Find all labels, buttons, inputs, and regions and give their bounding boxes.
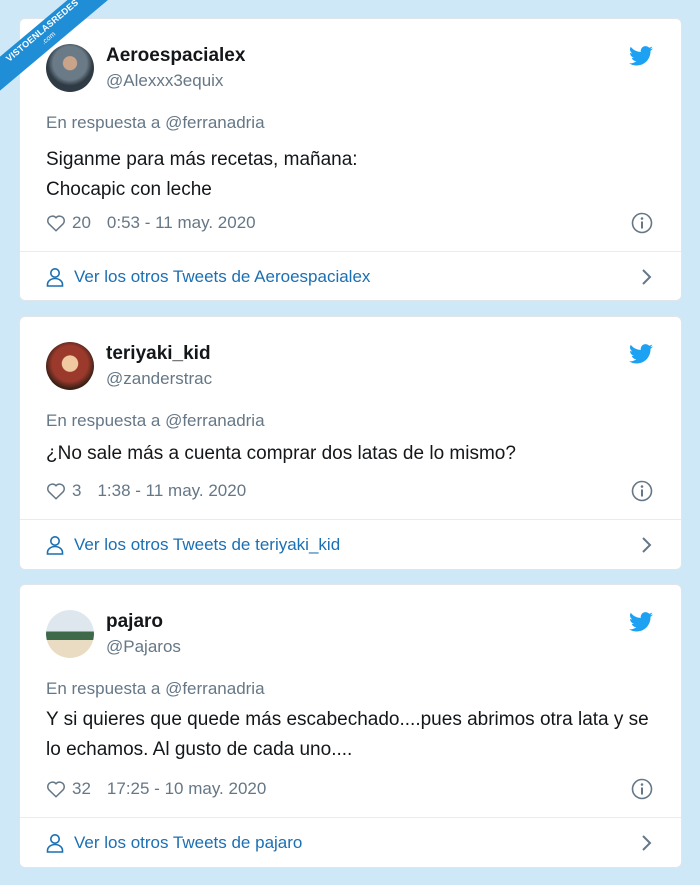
view-more-label[interactable]: Ver los otros Tweets de teriyaki_kid [74, 535, 340, 555]
view-more-label[interactable]: Ver los otros Tweets de Aeroespacialex [74, 267, 370, 287]
author-handle[interactable]: @Alexxx3equix [106, 71, 223, 91]
reply-context: En respuesta a @ferranadria [46, 679, 265, 698]
chevron-right-icon[interactable] [641, 268, 653, 286]
tweet-meta: 20 0:53 - 11 may. 2020 [46, 213, 256, 233]
tweet-card[interactable]: teriyaki_kid @zanderstrac En respuesta a… [19, 316, 682, 570]
like-count: 20 [72, 213, 91, 232]
chevron-right-icon[interactable] [641, 536, 653, 554]
chevron-right-icon[interactable] [641, 834, 653, 852]
author-name[interactable]: teriyaki_kid [106, 343, 211, 365]
heart-icon[interactable] [46, 214, 66, 232]
author-handle[interactable]: @Pajaros [106, 637, 181, 657]
person-icon [46, 834, 64, 853]
view-more-tweets-link[interactable]: Ver los otros Tweets de pajaro [46, 818, 653, 868]
heart-icon[interactable] [46, 482, 66, 500]
timestamp[interactable]: 17:25 - 10 may. 2020 [107, 779, 266, 799]
twitter-bird-icon[interactable] [629, 46, 653, 66]
tweet-card[interactable]: Aeroespacialex @Alexxx3equix En respuest… [19, 18, 682, 301]
timestamp[interactable]: 1:38 - 11 may. 2020 [97, 481, 246, 501]
info-icon[interactable] [631, 480, 653, 502]
avatar[interactable] [46, 610, 94, 658]
like-count: 3 [72, 481, 82, 500]
person-icon [46, 536, 64, 555]
view-more-tweets-link[interactable]: Ver los otros Tweets de Aeroespacialex [46, 252, 653, 302]
view-more-tweets-link[interactable]: Ver los otros Tweets de teriyaki_kid [46, 520, 653, 570]
author-name[interactable]: Aeroespacialex [106, 45, 245, 67]
person-icon [46, 268, 64, 287]
tweet-meta: 32 17:25 - 10 may. 2020 [46, 779, 266, 799]
info-icon[interactable] [631, 778, 653, 800]
tweet-meta: 3 1:38 - 11 may. 2020 [46, 481, 246, 501]
twitter-bird-icon[interactable] [629, 344, 653, 364]
timestamp[interactable]: 0:53 - 11 may. 2020 [107, 213, 256, 233]
avatar[interactable] [46, 44, 94, 92]
tweet-text: Y si quieres que quede más escabechado..… [46, 709, 649, 760]
like-count: 32 [72, 779, 91, 798]
heart-icon[interactable] [46, 780, 66, 798]
twitter-bird-icon[interactable] [629, 612, 653, 632]
author-name[interactable]: pajaro [106, 611, 163, 633]
reply-context: En respuesta a @ferranadria [46, 113, 265, 132]
author-handle[interactable]: @zanderstrac [106, 369, 212, 389]
view-more-label[interactable]: Ver los otros Tweets de pajaro [74, 833, 302, 853]
tweet-text: ¿No sale más a cuenta comprar dos latas … [46, 443, 516, 464]
info-icon[interactable] [631, 212, 653, 234]
avatar[interactable] [46, 342, 94, 390]
reply-context: En respuesta a @ferranadria [46, 411, 265, 430]
tweet-card[interactable]: pajaro @Pajaros En respuesta a @ferranad… [19, 584, 682, 868]
tweet-text: Siganme para más recetas, mañana: Chocap… [46, 149, 358, 200]
